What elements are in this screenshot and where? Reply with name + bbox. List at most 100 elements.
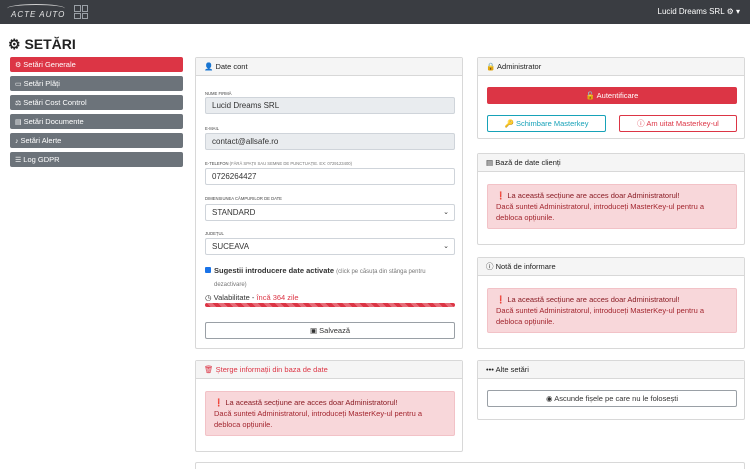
card-title: Șterge informații din baza de date xyxy=(215,365,328,374)
card-title: Notă de informare xyxy=(495,262,556,271)
dimension-value: STANDARD xyxy=(212,208,256,217)
sidebar-item-payments[interactable]: ▭ Setări Plăți xyxy=(10,76,183,91)
sidebar-item-label: Setări Alerte xyxy=(20,136,62,145)
unlock-icon: 🔓 xyxy=(585,91,595,100)
sidebar-item-label: Setări Documente xyxy=(23,117,84,126)
change-masterkey-button[interactable]: 🔑 Schimbare Masterkey xyxy=(487,115,606,132)
card-header: ⓘ Notă de informare xyxy=(478,258,744,276)
dimension-select[interactable]: STANDARD ⌄ xyxy=(205,204,455,221)
validity-line: ◷ Valabilitate - încă 364 zile xyxy=(205,293,299,302)
card-header: ▤ Bază de date clienți xyxy=(478,154,744,172)
credit-card-icon: ▭ xyxy=(15,81,22,88)
app-logo[interactable]: ACTE AUTO xyxy=(7,4,65,19)
alert-body: Dacă sunteti Administratorul, introduceț… xyxy=(496,306,705,326)
phone-label-hint: (FĂRĂ SPAȚII SAU SEMNE DE PUNCTUAȚIE. EX… xyxy=(229,161,353,166)
firm-name-field: Lucid Dreams SRL xyxy=(205,97,455,114)
settings-sidebar: ⚙ Setări Generale ▭ Setări Plăți ⚖ Setări C… xyxy=(10,57,183,171)
apps-grid-icon[interactable] xyxy=(74,5,88,19)
exclamation-icon: ❗ xyxy=(496,295,506,304)
card-title: Date cont xyxy=(215,62,248,71)
sidebar-item-label: Setări Cost Control xyxy=(23,98,87,107)
phone-label: E-TELEFON (FĂRĂ SPAȚII SAU SEMNE DE PUNC… xyxy=(205,161,352,166)
bell-icon: ♪ xyxy=(15,138,19,145)
top-navbar: ACTE AUTO Lucid Dreams SRL ⚙ ▾ xyxy=(0,0,750,24)
exclamation-icon: ❗ xyxy=(214,398,224,407)
eye-slash-icon: ◉ xyxy=(545,394,553,403)
save-button-label: Salvează xyxy=(319,326,351,335)
admin-only-alert: ❗ La această secțiune are acces doar Admi… xyxy=(487,288,737,333)
client-database-card: ▤ Bază de date clienți ❗ La această secți… xyxy=(477,153,745,245)
email-field: contact@allsafe.ro xyxy=(205,133,455,150)
forgot-masterkey-label: Am uitat Masterkey-ul xyxy=(646,119,719,128)
county-value: SUCEAVA xyxy=(212,242,250,251)
list-icon: ☰ xyxy=(15,157,22,164)
county-label: JUDEȚUL xyxy=(205,231,224,236)
card-header: 🔒 Administrator xyxy=(478,58,744,76)
card-header: 🗑 Șterge informații din baza de date xyxy=(196,361,462,379)
info-note-card: ⓘ Notă de informare ❗ La această secțiune… xyxy=(477,257,745,349)
alert-body: Dacă sunteti Administratorul, introduceț… xyxy=(496,202,705,222)
sidebar-item-gdpr-log[interactable]: ☰ Log GDPR xyxy=(10,152,183,167)
suggestions-checkbox[interactable] xyxy=(205,267,211,273)
floppy-icon: ▣ xyxy=(309,326,318,335)
card-header: ••• Alte setări xyxy=(478,361,744,379)
card-title: Alte setări xyxy=(495,365,529,374)
admin-only-alert: ❗ La această secțiune are acces doar Admi… xyxy=(487,184,737,229)
card-header: 👤 Date cont xyxy=(196,58,462,76)
email-label: E-MAIL xyxy=(205,126,219,131)
change-masterkey-label: Schimbare Masterkey xyxy=(515,119,589,128)
hide-forms-label: Ascunde fișele pe care nu le folosești xyxy=(554,394,679,403)
document-icon: ▤ xyxy=(15,119,22,126)
sidebar-item-label: Log GDPR xyxy=(23,155,60,164)
sidebar-item-label: Setări Generale xyxy=(23,60,76,69)
administrator-card: 🔒 Administrator 🔓 Autentificare 🔑 Schimb… xyxy=(477,57,745,139)
county-select[interactable]: SUCEAVA ⌄ xyxy=(205,238,455,255)
delete-data-card: 🗑 Șterge informații din baza de date ❗ La… xyxy=(195,360,463,452)
trash-icon: 🗑 xyxy=(204,365,214,374)
login-button-label: Autentificare xyxy=(596,91,639,100)
suggestions-label: Sugestii introducere date activate xyxy=(214,266,335,275)
sidebar-item-alerts[interactable]: ♪ Setări Alerte xyxy=(10,133,183,148)
sidebar-item-documents[interactable]: ▤ Setări Documente xyxy=(10,114,183,129)
phone-label-text: E-TELEFON xyxy=(205,161,229,166)
card-title: Bază de date clienți xyxy=(495,158,561,167)
login-button[interactable]: 🔓 Autentificare xyxy=(487,87,737,104)
question-icon: ⓘ xyxy=(637,119,645,128)
sidebar-item-cost-control[interactable]: ⚖ Setări Cost Control xyxy=(10,95,183,110)
dimension-label: DIMENSIUNEA CÂMPURILOR DE DATE xyxy=(205,196,282,201)
suggestions-text: Sugestii introducere date activate (clic… xyxy=(214,265,454,291)
lock-icon: 🔒 xyxy=(486,62,496,71)
gear-icon: ⚙ xyxy=(8,36,21,52)
company-menu[interactable]: Lucid Dreams SRL ⚙ ▾ xyxy=(658,7,740,16)
alert-title: La această secțiune are acces doar Admin… xyxy=(507,295,680,304)
page-title-text: SETĂRI xyxy=(24,36,76,52)
validity-progress xyxy=(205,303,455,307)
cogs-icon: ⚙ xyxy=(15,62,22,69)
sidebar-item-label: Setări Plăți xyxy=(23,79,60,88)
alert-title: La această secțiune are acces doar Admin… xyxy=(507,191,680,200)
card-title: Administrator xyxy=(497,62,542,71)
chevron-down-icon: ⌄ xyxy=(443,209,449,216)
save-button[interactable]: ▣ Salvează xyxy=(205,322,455,339)
user-icon: 👤 xyxy=(204,62,214,71)
firm-name-label: NUME FIRMĂ xyxy=(205,91,232,96)
key-icon: 🔑 xyxy=(504,119,514,128)
hide-forms-button[interactable]: ◉ Ascunde fișele pe care nu le folosești xyxy=(487,390,737,407)
phone-input[interactable]: 0726264427 xyxy=(205,168,455,185)
validity-progress-fill xyxy=(205,303,455,307)
balance-icon: ⚖ xyxy=(15,100,22,107)
alert-body: Dacă sunteti Administratorul, introduceț… xyxy=(214,409,423,429)
alert-title: La această secțiune are acces doar Admin… xyxy=(225,398,398,407)
validity-value: încă 364 zile xyxy=(256,293,299,302)
other-settings-card: ••• Alte setări ◉ Ascunde fișele pe care… xyxy=(477,360,745,420)
ellipsis-icon: ••• xyxy=(486,365,494,374)
chevron-down-icon: ⌄ xyxy=(443,243,449,250)
partial-card xyxy=(195,462,745,469)
logo-text: ACTE AUTO xyxy=(11,10,66,19)
admin-only-alert: ❗ La această secțiune are acces doar Admi… xyxy=(205,391,455,436)
validity-label: Valabilitate - xyxy=(213,293,257,302)
list-icon: ▤ xyxy=(486,158,494,167)
sidebar-item-general[interactable]: ⚙ Setări Generale xyxy=(10,57,183,72)
clock-icon: ◷ xyxy=(205,293,212,302)
forgot-masterkey-button[interactable]: ⓘ Am uitat Masterkey-ul xyxy=(619,115,737,132)
